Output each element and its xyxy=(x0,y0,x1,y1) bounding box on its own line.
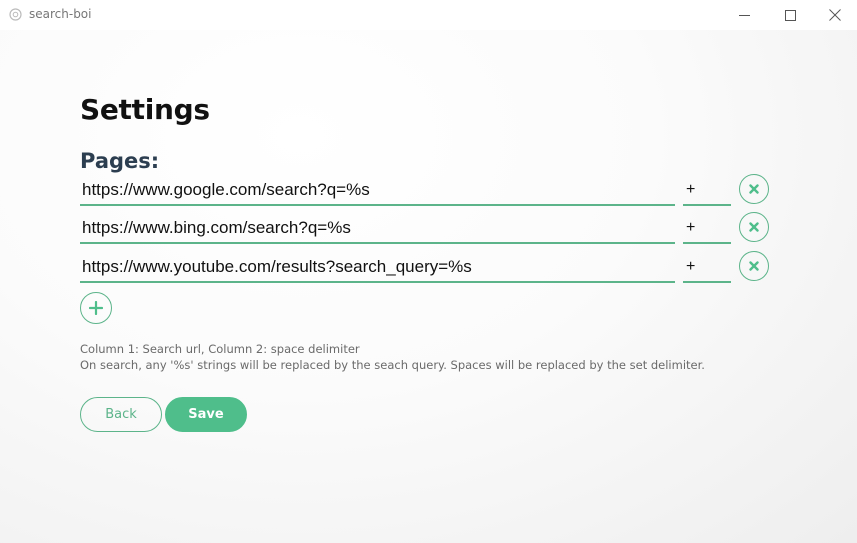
pages-label: Pages: xyxy=(80,149,160,173)
search-url-input[interactable] xyxy=(80,253,675,283)
search-url-input[interactable] xyxy=(80,176,675,206)
help-text: Column 1: Search url, Column 2: space de… xyxy=(80,341,705,373)
maximize-icon xyxy=(784,9,796,21)
remove-icon xyxy=(749,261,759,271)
page-title: Settings xyxy=(80,93,210,126)
remove-page-button[interactable] xyxy=(739,251,769,281)
maximize-button[interactable] xyxy=(767,0,813,30)
page-row xyxy=(80,212,780,244)
app-logo-icon xyxy=(9,8,22,21)
minimize-icon xyxy=(738,14,750,16)
remove-page-button[interactable] xyxy=(739,174,769,204)
add-page-button[interactable] xyxy=(80,292,112,324)
remove-icon xyxy=(749,184,759,194)
delimiter-input[interactable] xyxy=(683,253,731,283)
save-button[interactable]: Save xyxy=(165,397,247,432)
remove-page-button[interactable] xyxy=(739,212,769,242)
page-row xyxy=(80,251,780,283)
page-row xyxy=(80,174,780,206)
close-window-button[interactable] xyxy=(812,0,857,30)
search-url-input[interactable] xyxy=(80,214,675,244)
plus-icon xyxy=(89,301,103,315)
minimize-button[interactable] xyxy=(721,0,767,30)
back-button[interactable]: Back xyxy=(80,397,162,432)
window-title: search-boi xyxy=(29,7,92,21)
help-line-columns: Column 1: Search url, Column 2: space de… xyxy=(80,342,360,356)
title-bar: search-boi xyxy=(0,0,857,30)
close-icon xyxy=(829,9,841,21)
delimiter-input[interactable] xyxy=(683,214,731,244)
help-line-replacement: On search, any '%s' strings will be repl… xyxy=(80,358,705,372)
remove-icon xyxy=(749,222,759,232)
delimiter-input[interactable] xyxy=(683,176,731,206)
